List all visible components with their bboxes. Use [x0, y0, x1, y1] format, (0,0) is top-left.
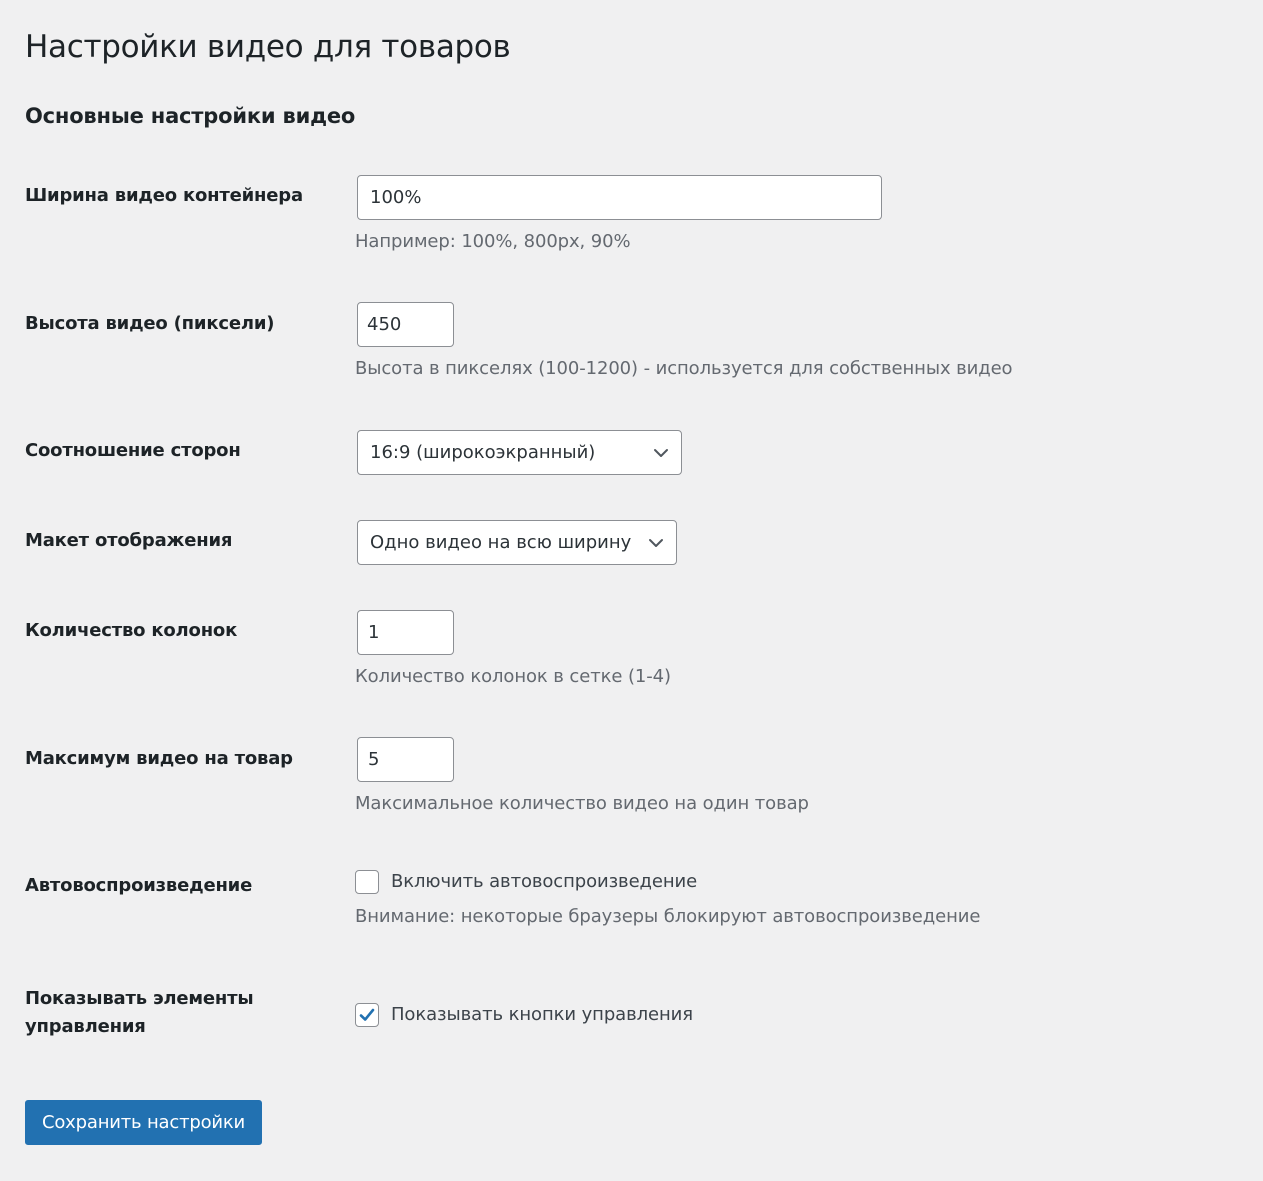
video-height-description: Высота в пикселях (100-1200) - используе…	[355, 358, 1013, 379]
layout-field-group: Одно видео на всю ширину	[357, 520, 677, 565]
section-title: Основные настройки видео	[25, 104, 356, 128]
controls-checkbox-label[interactable]: Показывать кнопки управления	[391, 1001, 693, 1029]
chevron-down-icon	[649, 539, 663, 547]
max-videos-label: Максимум видео на товар	[25, 748, 293, 769]
chevron-down-icon	[654, 449, 668, 457]
aspect-ratio-select[interactable]: 16:9 (широкоэкранный)	[357, 430, 682, 475]
aspect-ratio-field-group: 16:9 (широкоэкранный)	[357, 430, 682, 475]
columns-input[interactable]	[357, 610, 454, 655]
autoplay-label: Автовоспроизведение	[25, 875, 253, 896]
checkmark-icon	[359, 1008, 375, 1021]
controls-label: Показывать элементы управления	[25, 985, 325, 1041]
controls-field-group: Показывать кнопки управления	[355, 1001, 693, 1029]
controls-option[interactable]: Показывать кнопки управления	[355, 1001, 693, 1029]
layout-select[interactable]: Одно видео на всю ширину	[357, 520, 677, 565]
video-height-label: Высота видео (пиксели)	[25, 313, 275, 334]
columns-description: Количество колонок в сетке (1-4)	[355, 666, 671, 687]
controls-checkbox[interactable]	[355, 1003, 379, 1027]
save-settings-button[interactable]: Сохранить настройки	[25, 1100, 263, 1145]
controls-label-line-1: Показывать элементы	[25, 988, 254, 1009]
container-width-field-group: Например: 100%, 800px, 90%	[355, 175, 882, 256]
columns-field-group: Количество колонок в сетке (1-4)	[355, 610, 671, 691]
aspect-ratio-selected-value: 16:9 (широкоэкранный)	[370, 442, 596, 463]
autoplay-description: Внимание: некоторые браузеры блокируют а…	[355, 906, 981, 927]
autoplay-checkbox-label[interactable]: Включить автовоспроизведение	[391, 868, 697, 896]
layout-selected-value: Одно видео на всю ширину	[370, 532, 632, 553]
max-videos-description: Максимальное количество видео на один то…	[355, 793, 809, 814]
container-width-label: Ширина видео контейнера	[25, 185, 303, 206]
layout-label: Макет отображения	[25, 530, 233, 551]
container-width-input[interactable]	[357, 175, 882, 220]
max-videos-input[interactable]	[357, 737, 454, 782]
max-videos-field-group: Максимальное количество видео на один то…	[355, 737, 809, 818]
autoplay-option[interactable]: Включить автовоспроизведение	[355, 868, 980, 896]
video-height-input[interactable]	[357, 302, 454, 347]
controls-label-line-2: управления	[25, 1016, 146, 1037]
columns-label: Количество колонок	[25, 620, 238, 641]
autoplay-field-group: Включить автовоспроизведение Внимание: н…	[355, 868, 981, 931]
aspect-ratio-label: Соотношение сторон	[25, 440, 241, 461]
video-height-field-group: Высота в пикселях (100-1200) - используе…	[355, 302, 1013, 383]
container-width-description: Например: 100%, 800px, 90%	[355, 231, 631, 252]
autoplay-checkbox[interactable]	[355, 870, 379, 894]
page-title: Настройки видео для товаров	[25, 29, 511, 65]
